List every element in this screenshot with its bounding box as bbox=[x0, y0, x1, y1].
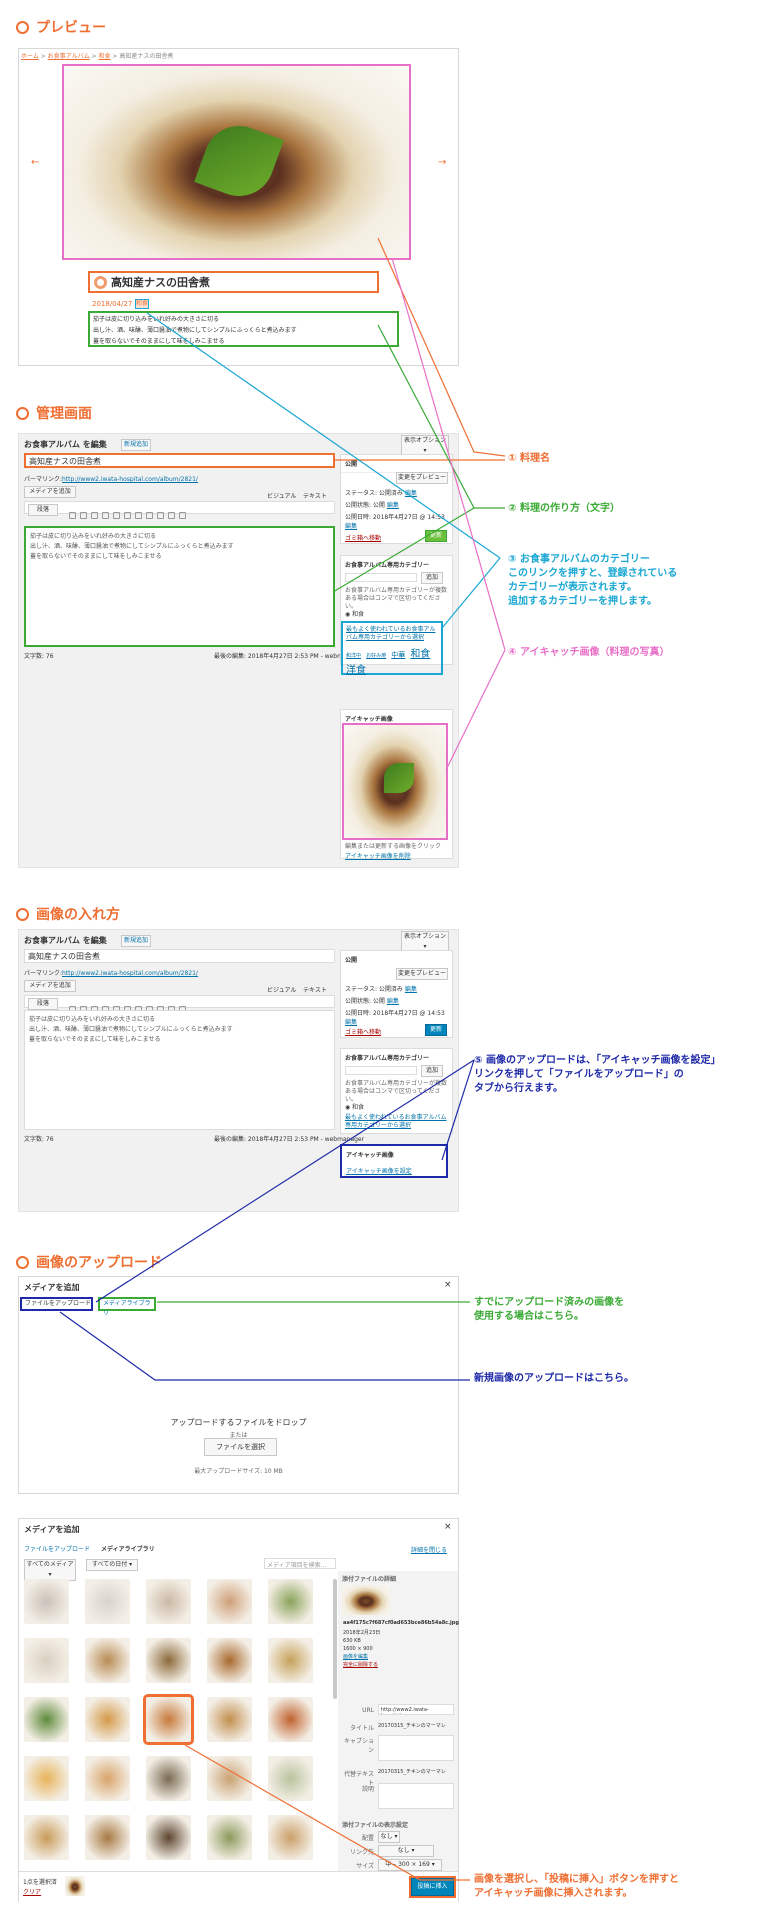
connector-lines bbox=[59, 237, 506, 1881]
connector-5b bbox=[95, 1059, 475, 1303]
connector-5 bbox=[441, 1059, 475, 1161]
connector-2 bbox=[377, 324, 505, 509]
connector-3 bbox=[146, 312, 501, 559]
connector-3b bbox=[441, 557, 501, 629]
connector-1 bbox=[377, 237, 506, 457]
connector-insert bbox=[184, 1744, 470, 1881]
connector-4b bbox=[445, 649, 506, 771]
connector-2b bbox=[332, 507, 475, 593]
connector-upload bbox=[59, 1311, 470, 1381]
